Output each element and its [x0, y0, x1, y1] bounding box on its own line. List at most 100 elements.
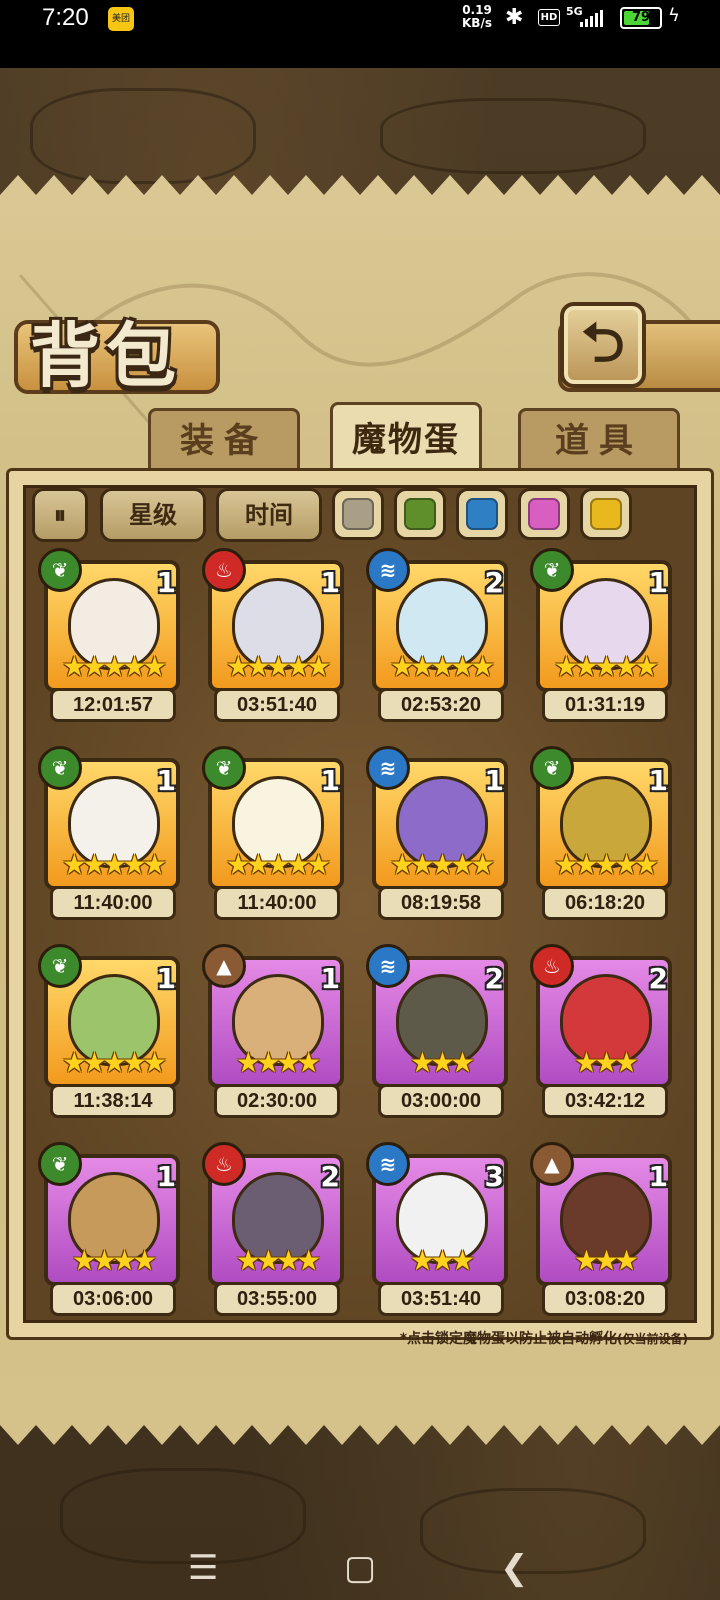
egg-item[interactable]: ≋ 2 ★★★ 03:00:00	[366, 944, 508, 1118]
star-rating: ★★★★★	[61, 650, 168, 683]
star-rating: ★★★★★	[389, 650, 496, 683]
hatch-timer: 03:08:20	[542, 1282, 668, 1316]
sort-toggle-button[interactable]: ⏸	[32, 488, 88, 542]
egg-count: 1	[156, 962, 176, 995]
tab-equipment[interactable]: 装备	[148, 408, 300, 471]
color-filter-blue[interactable]	[456, 488, 508, 540]
egg-item[interactable]: ❦ 1 ★★★★★ 01:31:19	[530, 548, 672, 722]
color-filter-green[interactable]	[394, 488, 446, 540]
system-nav-bar: ☰ ▢ ❮	[0, 1540, 720, 1600]
star-rating: ★★★	[409, 1046, 475, 1079]
battery-icon: 79	[620, 7, 662, 29]
color-filter-gray[interactable]	[332, 488, 384, 540]
hatch-timer: 11:40:00	[50, 886, 176, 920]
star-rating: ★★★★★	[389, 848, 496, 881]
egg-item[interactable]: ❦ 1 ★★★★★ 11:38:14	[38, 944, 180, 1118]
sort-by-time-button[interactable]: 时间	[216, 488, 322, 542]
fire-element-icon: ♨	[202, 1142, 246, 1186]
egg-count: 1	[320, 764, 340, 797]
grass-element-icon: ❦	[202, 746, 246, 790]
hatch-timer: 12:01:57	[50, 688, 176, 722]
tab-equipment-label: 装备	[180, 421, 268, 461]
color-swatch-pink	[528, 498, 560, 530]
app-badge: 美团	[108, 7, 134, 31]
hatch-timer: 03:06:00	[50, 1282, 176, 1316]
egg-item[interactable]: ▲ 1 ★★★ 03:08:20	[530, 1142, 672, 1316]
sort-by-star-label: 星级	[129, 501, 177, 529]
egg-count: 1	[648, 566, 668, 599]
star-rating: ★★★	[409, 1244, 475, 1277]
grass-element-icon: ❦	[530, 746, 574, 790]
grass-element-icon: ❦	[38, 1142, 82, 1186]
egg-count: 2	[648, 962, 668, 995]
egg-item[interactable]: ≋ 1 ★★★★★ 08:19:58	[366, 746, 508, 920]
star-rating: ★★★★★	[225, 650, 332, 683]
egg-count: 1	[648, 1160, 668, 1193]
star-rating: ★★★★	[235, 1244, 321, 1277]
hatch-timer: 03:55:00	[214, 1282, 340, 1316]
grass-element-icon: ❦	[38, 944, 82, 988]
fire-element-icon: ♨	[530, 944, 574, 988]
color-filter-pink[interactable]	[518, 488, 570, 540]
earth-element-icon: ▲	[530, 1142, 574, 1186]
egg-count: 3	[484, 1160, 504, 1193]
egg-count: 1	[648, 764, 668, 797]
star-rating: ★★★★★	[61, 848, 168, 881]
color-swatch-yellow	[590, 498, 622, 530]
sort-by-star-button[interactable]: 星级	[100, 488, 206, 542]
star-rating: ★★★	[573, 1244, 639, 1277]
water-element-icon: ≋	[366, 944, 410, 988]
egg-item[interactable]: ❦ 1 ★★★★★ 06:18:20	[530, 746, 672, 920]
egg-count: 2	[320, 1160, 340, 1193]
color-filter-yellow[interactable]	[580, 488, 632, 540]
fire-element-icon: ♨	[202, 548, 246, 592]
egg-item[interactable]: ♨ 2 ★★★★ 03:55:00	[202, 1142, 344, 1316]
egg-item[interactable]: ▲ 1 ★★★★ 02:30:00	[202, 944, 344, 1118]
star-rating: ★★★★★	[225, 848, 332, 881]
back-icon[interactable]: ❮	[500, 1548, 529, 1588]
tab-items[interactable]: 道具	[518, 408, 680, 471]
hatch-timer: 11:38:14	[50, 1084, 176, 1118]
home-icon[interactable]: ▢	[344, 1548, 376, 1588]
water-element-icon: ≋	[366, 746, 410, 790]
egg-item[interactable]: ≋ 3 ★★★ 03:51:40	[366, 1142, 508, 1316]
egg-item[interactable]: ♨ 1 ★★★★★ 03:51:40	[202, 548, 344, 722]
lock-hint-device: (仅当前设备)	[617, 1332, 688, 1346]
pause-toggle-icon: ⏸	[54, 501, 66, 529]
star-rating: ★★★★	[71, 1244, 157, 1277]
egg-count: 1	[320, 566, 340, 599]
egg-count: 1	[156, 1160, 176, 1193]
battery-level: 79	[631, 10, 651, 25]
egg-count: 1	[320, 962, 340, 995]
egg-count: 1	[156, 566, 176, 599]
star-rating: ★★★★★	[61, 1046, 168, 1079]
grass-element-icon: ❦	[38, 548, 82, 592]
net-speed-unit: KB/s	[462, 16, 492, 30]
egg-item[interactable]: ❦ 1 ★★★★ 03:06:00	[38, 1142, 180, 1316]
egg-item[interactable]: ♨ 2 ★★★ 03:42:12	[530, 944, 672, 1118]
grass-element-icon: ❦	[38, 746, 82, 790]
egg-item[interactable]: ❦ 1 ★★★★★ 11:40:00	[202, 746, 344, 920]
star-rating: ★★★★	[235, 1046, 321, 1079]
status-bar: 7:20 美团 0.19 KB/s ✱ HD 5G 79 ϟ	[0, 0, 720, 68]
lock-hint-text: *点击锁定魔物蛋以防止被自动孵化	[399, 1331, 618, 1347]
tab-monster-egg[interactable]: 魔物蛋	[330, 402, 482, 475]
hatch-timer: 06:18:20	[542, 886, 668, 920]
zigzag-bottom	[0, 1407, 720, 1445]
hatch-timer: 03:51:40	[378, 1282, 504, 1316]
menu-icon[interactable]: ☰	[188, 1548, 218, 1588]
star-rating: ★★★★★	[553, 848, 660, 881]
hatch-timer: 03:42:12	[542, 1084, 668, 1118]
return-button[interactable]: ⮌	[560, 302, 646, 388]
return-arrow-icon: ⮌	[581, 311, 625, 374]
hatch-timer: 11:40:00	[214, 886, 340, 920]
tab-items-label: 道具	[555, 421, 643, 461]
egg-item[interactable]: ❦ 1 ★★★★★ 12:01:57	[38, 548, 180, 722]
tab-monster-egg-label: 魔物蛋	[352, 420, 460, 460]
hatch-timer: 03:00:00	[378, 1084, 504, 1118]
lock-hint: *点击锁定魔物蛋以防止被自动孵化(仅当前设备)	[400, 1328, 688, 1348]
hatch-timer: 01:31:19	[542, 688, 668, 722]
egg-item[interactable]: ❦ 1 ★★★★★ 11:40:00	[38, 746, 180, 920]
signal-icon	[580, 8, 605, 27]
egg-item[interactable]: ≋ 2 ★★★★★ 02:53:20	[366, 548, 508, 722]
